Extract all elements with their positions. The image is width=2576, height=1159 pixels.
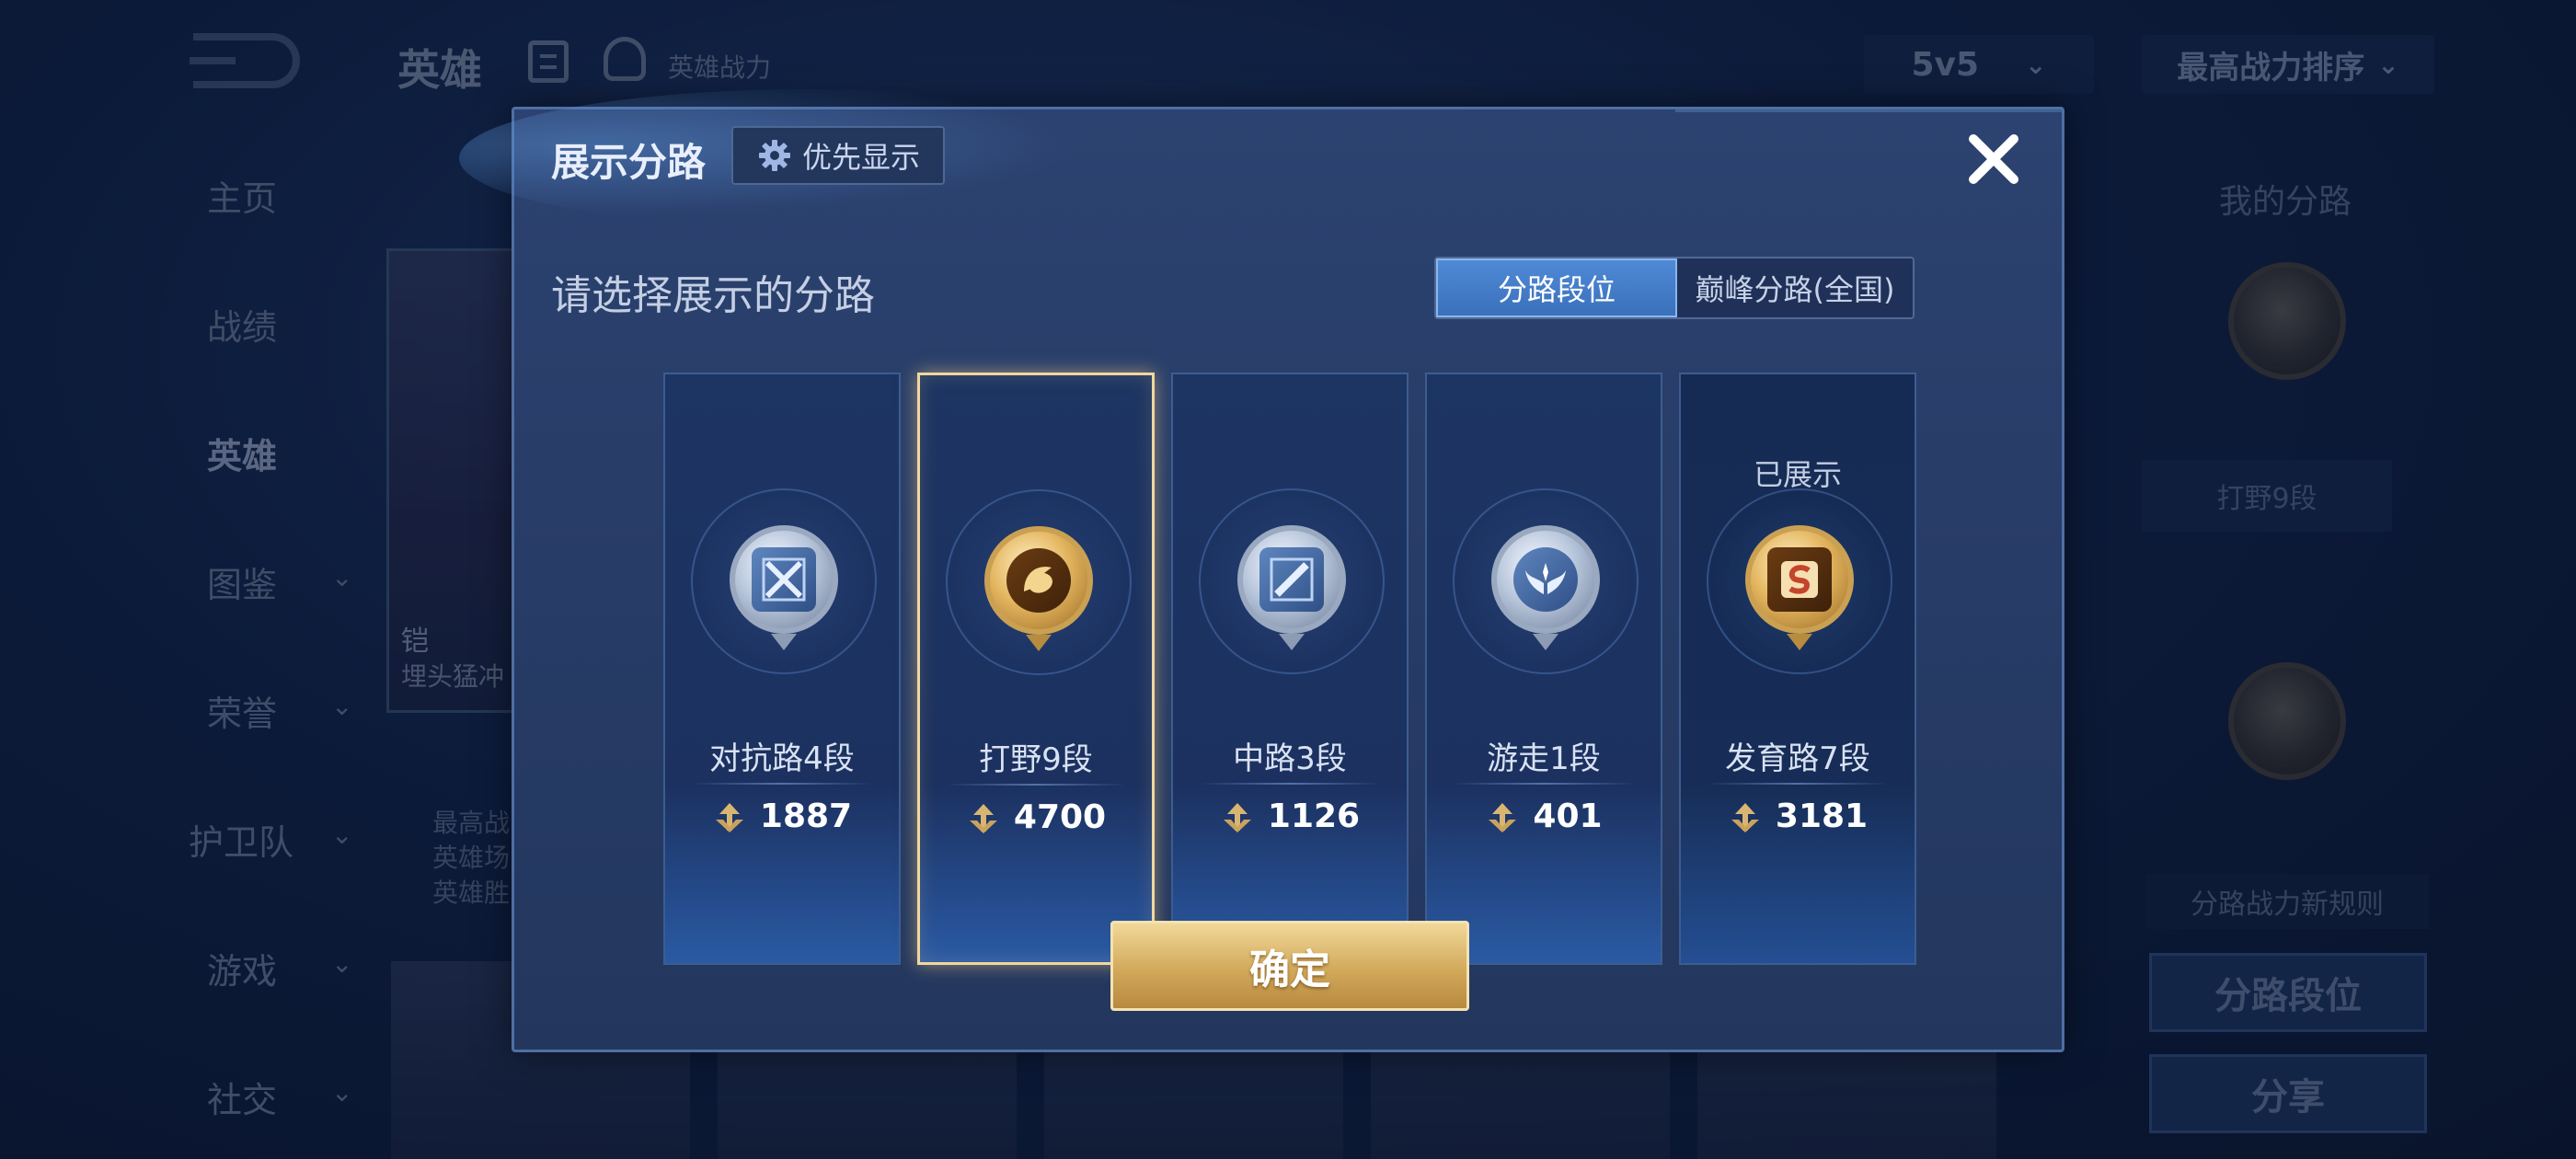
power-icon <box>1489 802 1517 832</box>
dialog-title: 展示分路 <box>551 140 707 185</box>
power-icon <box>969 803 997 833</box>
lane-card-roam[interactable]: 游走1段 401 <box>1425 373 1662 965</box>
power-icon <box>1731 802 1759 832</box>
lane-name: 中路3段 <box>1233 740 1347 777</box>
select-lane-prompt: 请选择展示的分路 <box>551 272 875 319</box>
confirm-button[interactable]: 确定 <box>1110 921 1469 1011</box>
lane-score: 1887 <box>665 798 899 835</box>
power-icon <box>715 802 743 832</box>
lane-score: 401 <box>1427 798 1661 835</box>
gear-icon <box>758 140 790 171</box>
tab-lane-rank[interactable]: 分路段位 <box>1436 258 1677 317</box>
lane-card-mid[interactable]: 中路3段 1126 <box>1171 373 1409 965</box>
lane-name: 打野9段 <box>979 741 1093 778</box>
jungle-dragon-emblem-icon <box>984 526 1093 635</box>
mid-lane-emblem-icon <box>1237 525 1346 634</box>
priority-display-label: 优先显示 <box>801 140 920 175</box>
lane-score: 1126 <box>1173 798 1407 835</box>
farm-lane-emblem-icon <box>1745 525 1854 634</box>
lane-score: 3181 <box>1681 798 1915 835</box>
lane-card-jungle[interactable]: 打野9段 4700 <box>917 373 1155 965</box>
tab-peak-lane-national[interactable]: 巅峰分路(全国) <box>1677 258 1913 317</box>
priority-display-button[interactable]: 优先显示 <box>731 126 945 185</box>
lane-card-farm[interactable]: 已展示 发育路7段 3181 <box>1679 373 1916 965</box>
roam-wings-emblem-icon <box>1491 525 1600 634</box>
lane-card-list: 对抗路4段 1887 打野9段 4700 中路3段 1126 游走1段 401 … <box>663 373 1916 965</box>
power-icon <box>1223 802 1251 832</box>
lane-score: 4700 <box>920 798 1152 836</box>
close-button[interactable] <box>1959 124 2029 194</box>
lane-name: 对抗路4段 <box>709 740 855 777</box>
clash-lane-emblem-icon <box>730 525 838 634</box>
lane-card-clash[interactable]: 对抗路4段 1887 <box>663 373 901 965</box>
lane-tab-switch: 分路段位 巅峰分路(全国) <box>1434 257 1915 319</box>
close-icon <box>1969 134 2018 184</box>
display-lane-dialog: 展示分路 优先显示 请选择展示的分路 分路段位 巅峰分路(全国) 对抗路4段 1… <box>459 89 2064 1052</box>
lane-name: 发育路7段 <box>1725 740 1870 777</box>
lane-name: 游走1段 <box>1487 740 1601 777</box>
